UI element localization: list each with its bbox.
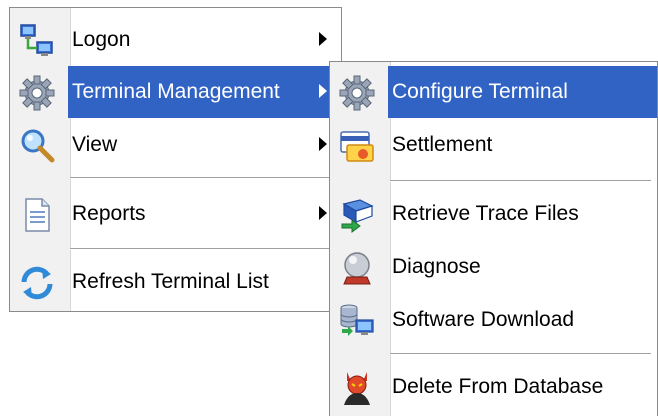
menu-item-label: Configure Terminal (388, 66, 657, 118)
menu-item-label: Logon (72, 28, 131, 51)
menu-item-configure-terminal[interactable]: Configure Terminal (330, 66, 657, 118)
menu-item-label: Refresh Terminal List (72, 270, 269, 293)
menu-item-label: Diagnose (392, 255, 481, 278)
menu-item-delete-from-database[interactable]: Delete From Database (330, 361, 657, 413)
submenu-arrow-icon (319, 137, 327, 151)
menu-item-settlement[interactable]: Settlement (330, 119, 657, 171)
refresh-icon (18, 264, 56, 302)
menu-item-label: View (72, 133, 118, 156)
menu-item-label: Terminal Management (68, 66, 341, 118)
menu-separator (70, 248, 335, 250)
database-computer-icon (338, 302, 376, 340)
magnifier-icon (18, 127, 56, 165)
menu-item-reports[interactable]: Reports (10, 188, 341, 240)
menu-item-label: Settlement (392, 133, 493, 156)
menu-separator (390, 180, 651, 182)
menu-item-label: Delete From Database (392, 375, 604, 398)
settlement-card-icon (338, 127, 376, 165)
menu-item-refresh-terminal-list[interactable]: Refresh Terminal List (10, 256, 341, 308)
gear-icon (338, 74, 376, 112)
menu-item-label: Software Download (392, 308, 575, 331)
book-arrow-icon (338, 196, 376, 234)
devil-icon (338, 369, 376, 407)
menu-item-logon[interactable]: Logon (10, 14, 341, 66)
menu-item-view[interactable]: View (10, 119, 341, 171)
context-menu-main: Logon Terminal Management View Reports R… (9, 7, 342, 312)
menu-item-label: Retrieve Trace Files (392, 202, 579, 225)
crystal-ball-icon (338, 249, 376, 287)
document-icon (18, 196, 56, 234)
menu-separator (70, 177, 335, 179)
menu-item-diagnose[interactable]: Diagnose (330, 241, 657, 293)
context-menu-submenu: Configure Terminal Settlement Retrieve T… (329, 61, 658, 416)
submenu-arrow-icon (319, 206, 327, 220)
gear-icon (18, 74, 56, 112)
menu-item-software-download[interactable]: Software Download (330, 294, 657, 346)
submenu-arrow-icon (319, 84, 327, 98)
submenu-arrow-icon (319, 32, 327, 46)
menu-item-terminal-management[interactable]: Terminal Management (10, 66, 341, 118)
menu-separator (390, 353, 651, 355)
menu-item-retrieve-trace-files[interactable]: Retrieve Trace Files (330, 188, 657, 240)
computers-network-icon (18, 22, 56, 60)
menu-item-label: Reports (72, 202, 146, 225)
